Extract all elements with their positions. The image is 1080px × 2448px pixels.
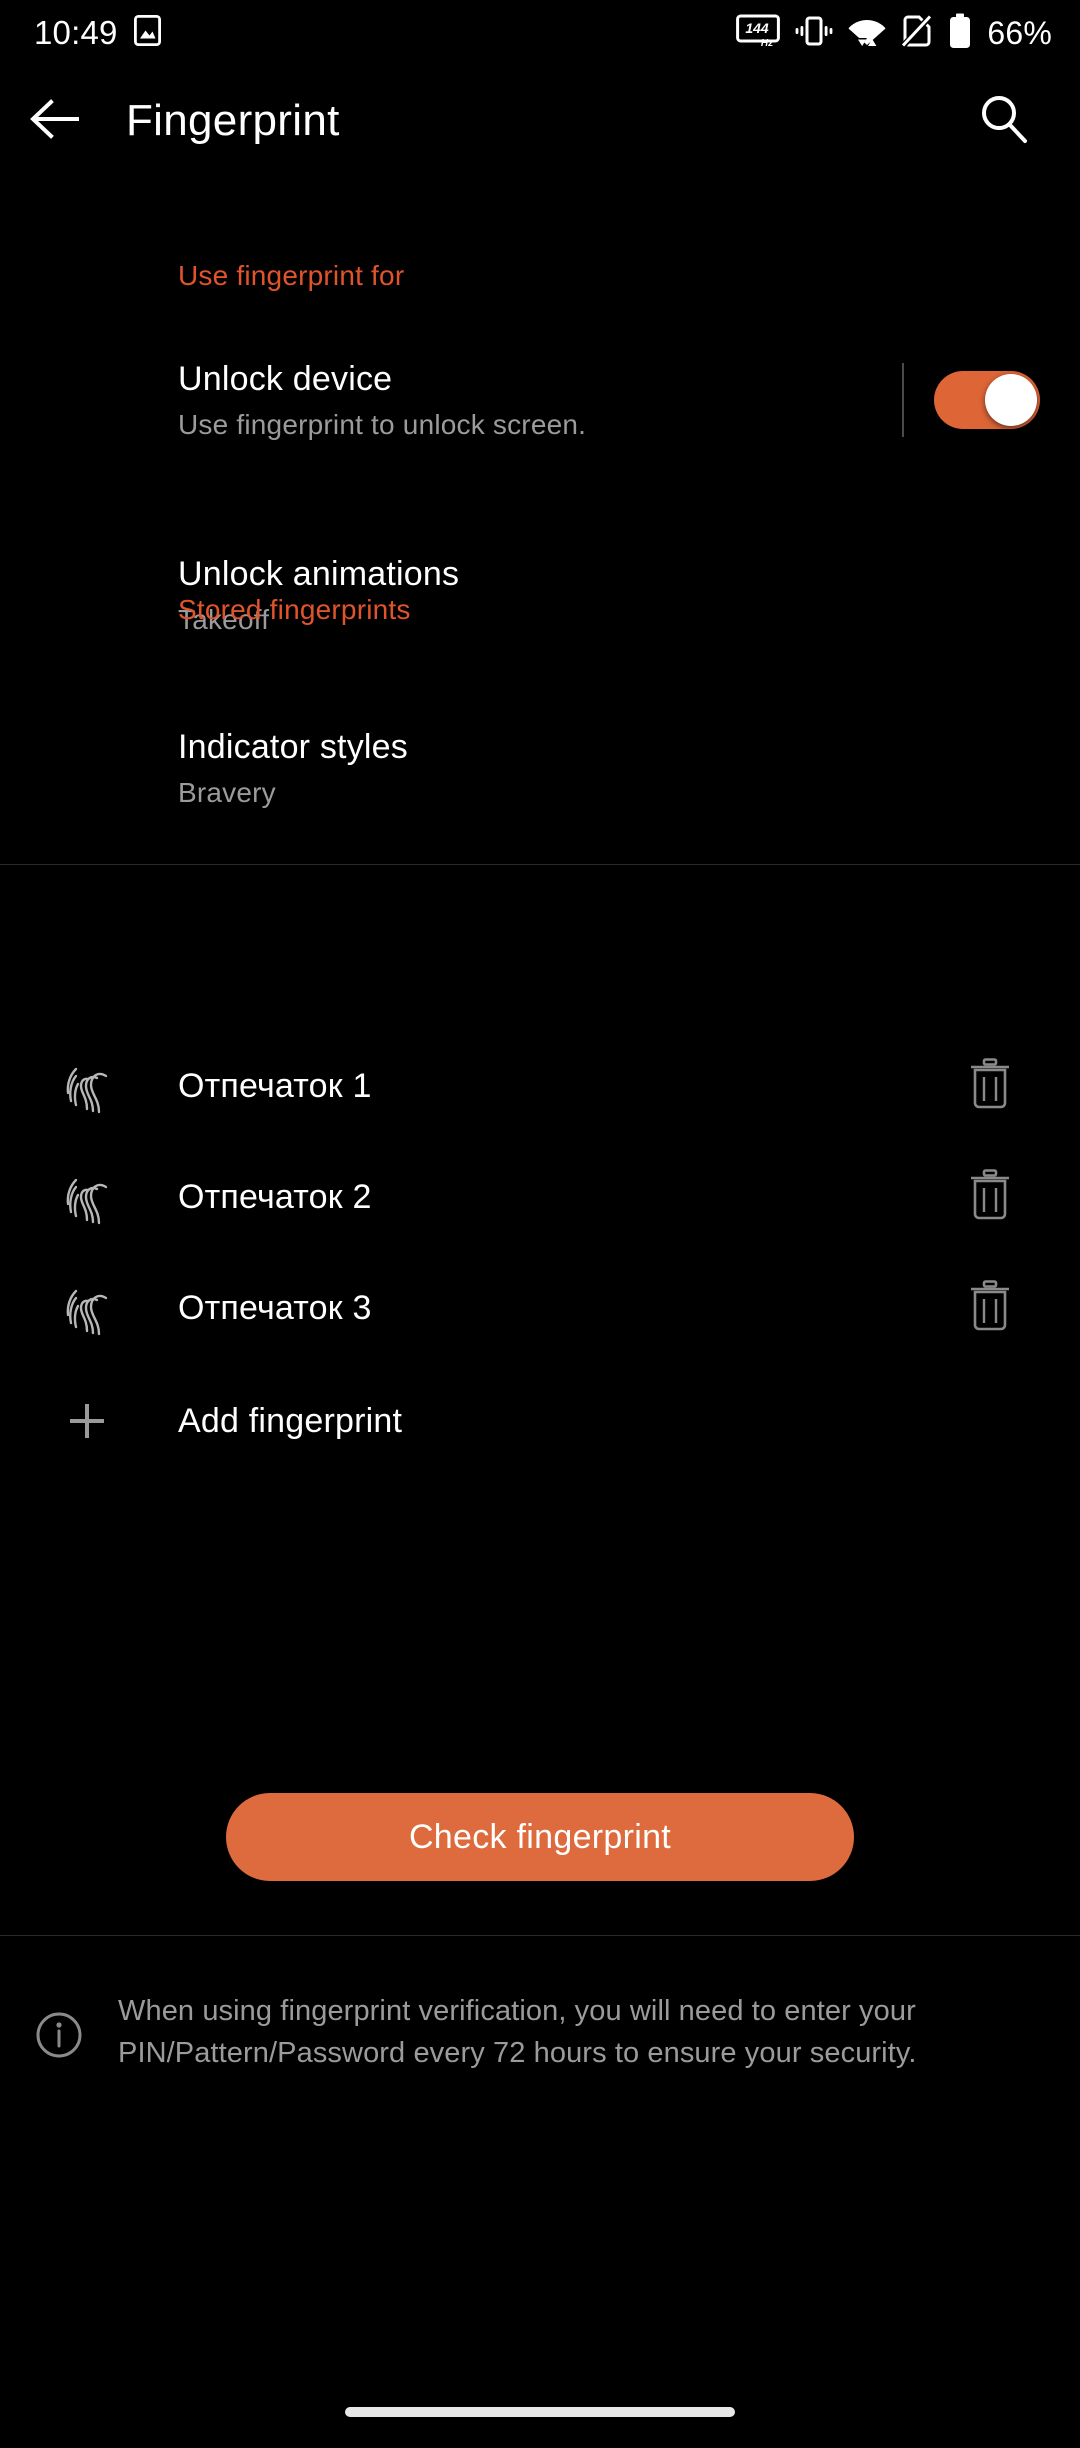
trash-icon bbox=[967, 1168, 1013, 1226]
system-navigation-bar bbox=[0, 2376, 1080, 2448]
plus-icon bbox=[0, 1397, 160, 1445]
delete-fingerprint-2-button[interactable] bbox=[962, 1168, 1018, 1226]
toggle-thumb bbox=[985, 374, 1037, 426]
footer-note: When using fingerprint verification, you… bbox=[0, 1990, 1080, 2074]
section-divider-1 bbox=[0, 864, 1080, 865]
unlock-device-control-group bbox=[902, 363, 1040, 437]
battery-icon bbox=[948, 13, 972, 54]
add-fingerprint-row[interactable]: Add fingerprint bbox=[0, 1365, 1080, 1477]
status-clock: 10:49 bbox=[34, 14, 118, 51]
search-icon bbox=[978, 93, 1030, 150]
row-title: Unlock device bbox=[178, 359, 393, 398]
back-arrow-icon bbox=[29, 96, 81, 147]
trash-icon bbox=[967, 1279, 1013, 1337]
row-subtitle: Bravery bbox=[178, 776, 276, 808]
status-bar-right: 144 Hz 66% bbox=[736, 12, 1052, 54]
fingerprint-label: Отпечаток 3 bbox=[178, 1288, 372, 1327]
row-indicator-styles-text: Indicator styles Bravery bbox=[0, 726, 408, 811]
row-unlock-device[interactable]: Unlock device Use fingerprint to unlock … bbox=[0, 340, 1080, 460]
control-divider bbox=[902, 363, 904, 437]
footer-note-text: When using fingerprint verification, you… bbox=[118, 1995, 917, 2069]
section-divider-2 bbox=[0, 1935, 1080, 1936]
back-button[interactable] bbox=[0, 96, 110, 147]
unlock-device-toggle[interactable] bbox=[934, 371, 1040, 429]
fingerprint-label: Отпечаток 2 bbox=[178, 1177, 372, 1216]
section-header-use-fingerprint-for: Use fingerprint for bbox=[178, 260, 405, 291]
info-icon bbox=[0, 1990, 118, 2074]
section-header-stored-fingerprints: Stored fingerprints bbox=[178, 594, 411, 625]
trash-icon bbox=[967, 1057, 1013, 1115]
home-gesture-pill[interactable] bbox=[345, 2407, 735, 2417]
fingerprint-icon bbox=[0, 1277, 160, 1339]
row-unlock-device-text: Unlock device Use fingerprint to unlock … bbox=[0, 358, 586, 443]
image-icon bbox=[133, 14, 161, 51]
fingerprint-label: Отпечаток 1 bbox=[178, 1066, 372, 1105]
144hz-badge-icon: 144 Hz bbox=[736, 13, 781, 54]
search-button[interactable] bbox=[972, 89, 1036, 153]
row-title: Unlock animations bbox=[178, 554, 460, 593]
page-title: Fingerprint bbox=[126, 96, 340, 145]
svg-text:Hz: Hz bbox=[761, 38, 773, 49]
list-item-fingerprint-2[interactable]: Отпечаток 2 bbox=[0, 1141, 1080, 1253]
status-bar-left: 10:49 bbox=[34, 14, 161, 52]
wifi-icon bbox=[848, 15, 886, 52]
row-title: Indicator styles bbox=[178, 727, 408, 766]
fingerprint-icon bbox=[0, 1166, 160, 1228]
app-toolbar: Fingerprint bbox=[0, 66, 1080, 176]
list-item-fingerprint-3[interactable]: Отпечаток 3 bbox=[0, 1252, 1080, 1364]
fingerprint-icon bbox=[0, 1055, 160, 1117]
vibrate-icon bbox=[795, 15, 833, 52]
list-item-fingerprint-1[interactable]: Отпечаток 1 bbox=[0, 1030, 1080, 1142]
svg-text:144: 144 bbox=[746, 20, 770, 36]
status-bar: 10:49 144 Hz 66% bbox=[0, 0, 1080, 66]
add-fingerprint-label: Add fingerprint bbox=[178, 1401, 403, 1440]
no-sim-icon bbox=[900, 12, 934, 53]
fingerprint-settings-screen: 10:49 144 Hz 66% Fingerprint Use fingerp… bbox=[0, 0, 1080, 2448]
battery-percent: 66% bbox=[987, 14, 1052, 51]
check-fingerprint-button[interactable]: Check fingerprint bbox=[226, 1793, 854, 1881]
row-subtitle: Use fingerprint to unlock screen. bbox=[178, 408, 587, 440]
row-indicator-styles[interactable]: Indicator styles Bravery bbox=[0, 713, 1080, 823]
delete-fingerprint-3-button[interactable] bbox=[962, 1279, 1018, 1337]
delete-fingerprint-1-button[interactable] bbox=[962, 1057, 1018, 1115]
